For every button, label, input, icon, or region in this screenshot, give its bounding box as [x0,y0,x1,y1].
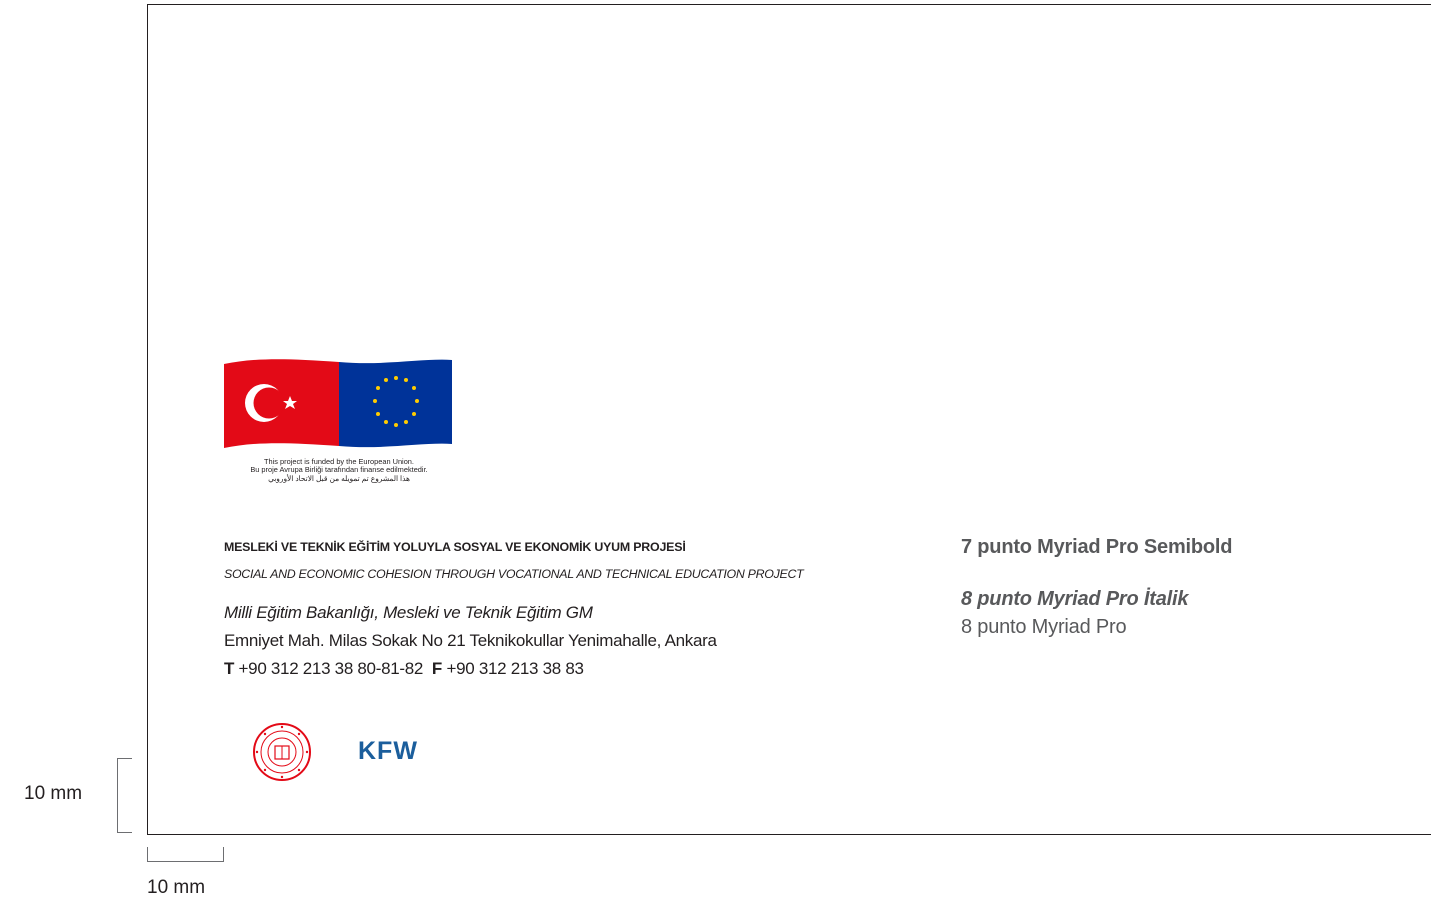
tel-label: T [224,659,235,678]
ministry-line: Milli Eğitim Bakanlığı, Mesleki ve Tekni… [224,603,593,622]
fax-number: +90 312 213 38 83 [446,659,584,678]
project-title-tr: MESLEKİ VE TEKNİK EĞİTİM YOLUYLA SOSYAL … [224,540,686,554]
legend-regular: 8 punto Myriad Pro [961,616,1127,638]
project-title-en: SOCIAL AND ECONOMIC COHESION THROUGH VOC… [224,567,804,581]
tel-number: +90 312 213 38 80-81-82 [238,659,424,678]
meb-seal-icon [253,723,311,781]
funding-note: This project is funded by the European U… [222,457,456,483]
horizontal-dimension-bracket [147,847,224,862]
legend-semibold: 7 punto Myriad Pro Semibold [961,536,1233,558]
kfw-logo: KFW [358,737,418,765]
vertical-dimension-bracket [117,758,132,833]
eu-flag [339,359,452,448]
fax-label: F [431,659,443,678]
horizontal-dimension-label: 10 mm [147,877,206,898]
vertical-dimension-label: 10 mm [24,783,83,804]
funding-note-ar: هذا المشروع تم تمويله من قبل الاتحاد الأ… [268,473,410,483]
phone-line: T +90 312 213 38 80-81-82 F +90 312 213 … [224,659,584,679]
street-line: Emniyet Mah. Milas Sokak No 21 Teknikoku… [224,631,717,650]
flags-logo [224,359,452,448]
legend-italic: 8 punto Myriad Pro İtalik [961,588,1189,610]
